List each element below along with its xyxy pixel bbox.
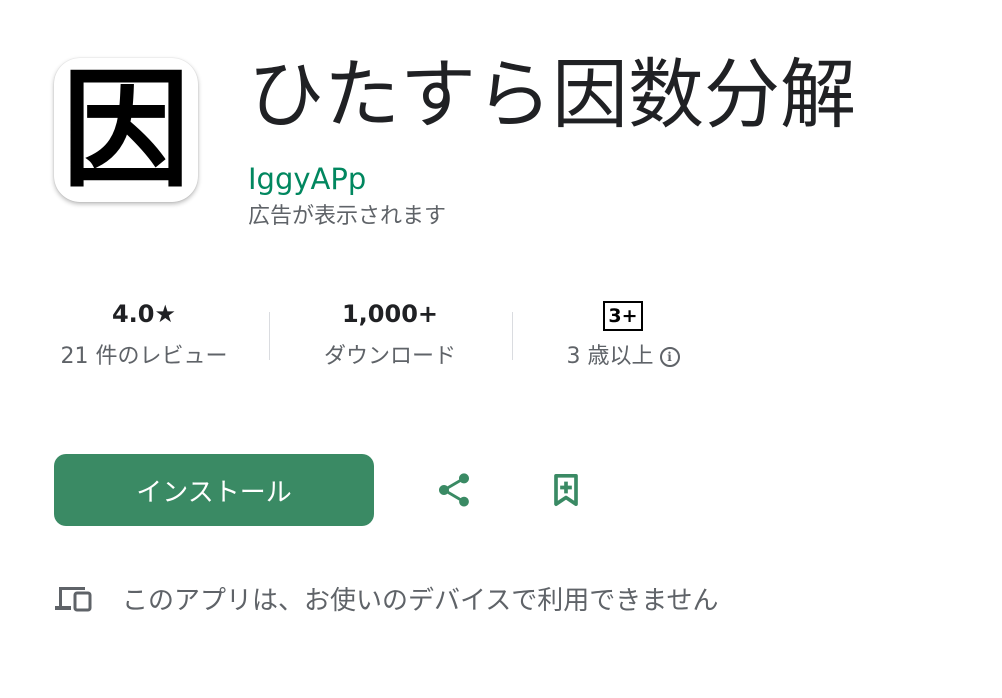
app-icon-glyph: 因 (61, 58, 190, 202)
share-button[interactable] (424, 460, 484, 520)
app-icon: 因 (54, 58, 198, 202)
developer-link[interactable]: IggyAPp (248, 160, 366, 198)
install-button[interactable]: インストール (54, 454, 374, 526)
content-rating-badge: 3+ (603, 301, 643, 331)
rating-label: 21 件のレビュー (60, 344, 228, 369)
rating-stat[interactable]: 4.0★ 21 件のレビュー (54, 290, 234, 376)
downloads-value: 1,000+ (341, 300, 439, 328)
stat-divider (512, 312, 513, 360)
rating-value: 4.0★ (111, 300, 177, 328)
ads-notice: 広告が表示されます (248, 204, 447, 229)
devices-icon (55, 587, 92, 612)
compatibility-notice: このアプリは、お使いのデバイスで利用できません (54, 576, 718, 620)
downloads-label: ダウンロード (323, 344, 456, 369)
downloads-stat: 1,000+ ダウンロード (305, 290, 475, 376)
wishlist-button[interactable] (536, 460, 596, 520)
content-rating-stat[interactable]: 3+ 3 歳以上 i (548, 290, 698, 376)
bookmark-add-icon (554, 474, 578, 506)
app-title: ひたすら因数分解 (248, 50, 856, 139)
content-rating-label: 3 歳以上 (566, 344, 654, 369)
info-icon[interactable]: i (659, 347, 680, 367)
stat-divider (269, 312, 270, 360)
content-rating-label-row: 3 歳以上 i (548, 338, 698, 376)
compatibility-text: このアプリは、お使いのデバイスで利用できません (122, 585, 719, 616)
stats-row: 4.0★ 21 件のレビュー 1,000+ ダウンロード 3+ 3 歳以上 i (0, 290, 760, 390)
share-icon (439, 473, 469, 507)
